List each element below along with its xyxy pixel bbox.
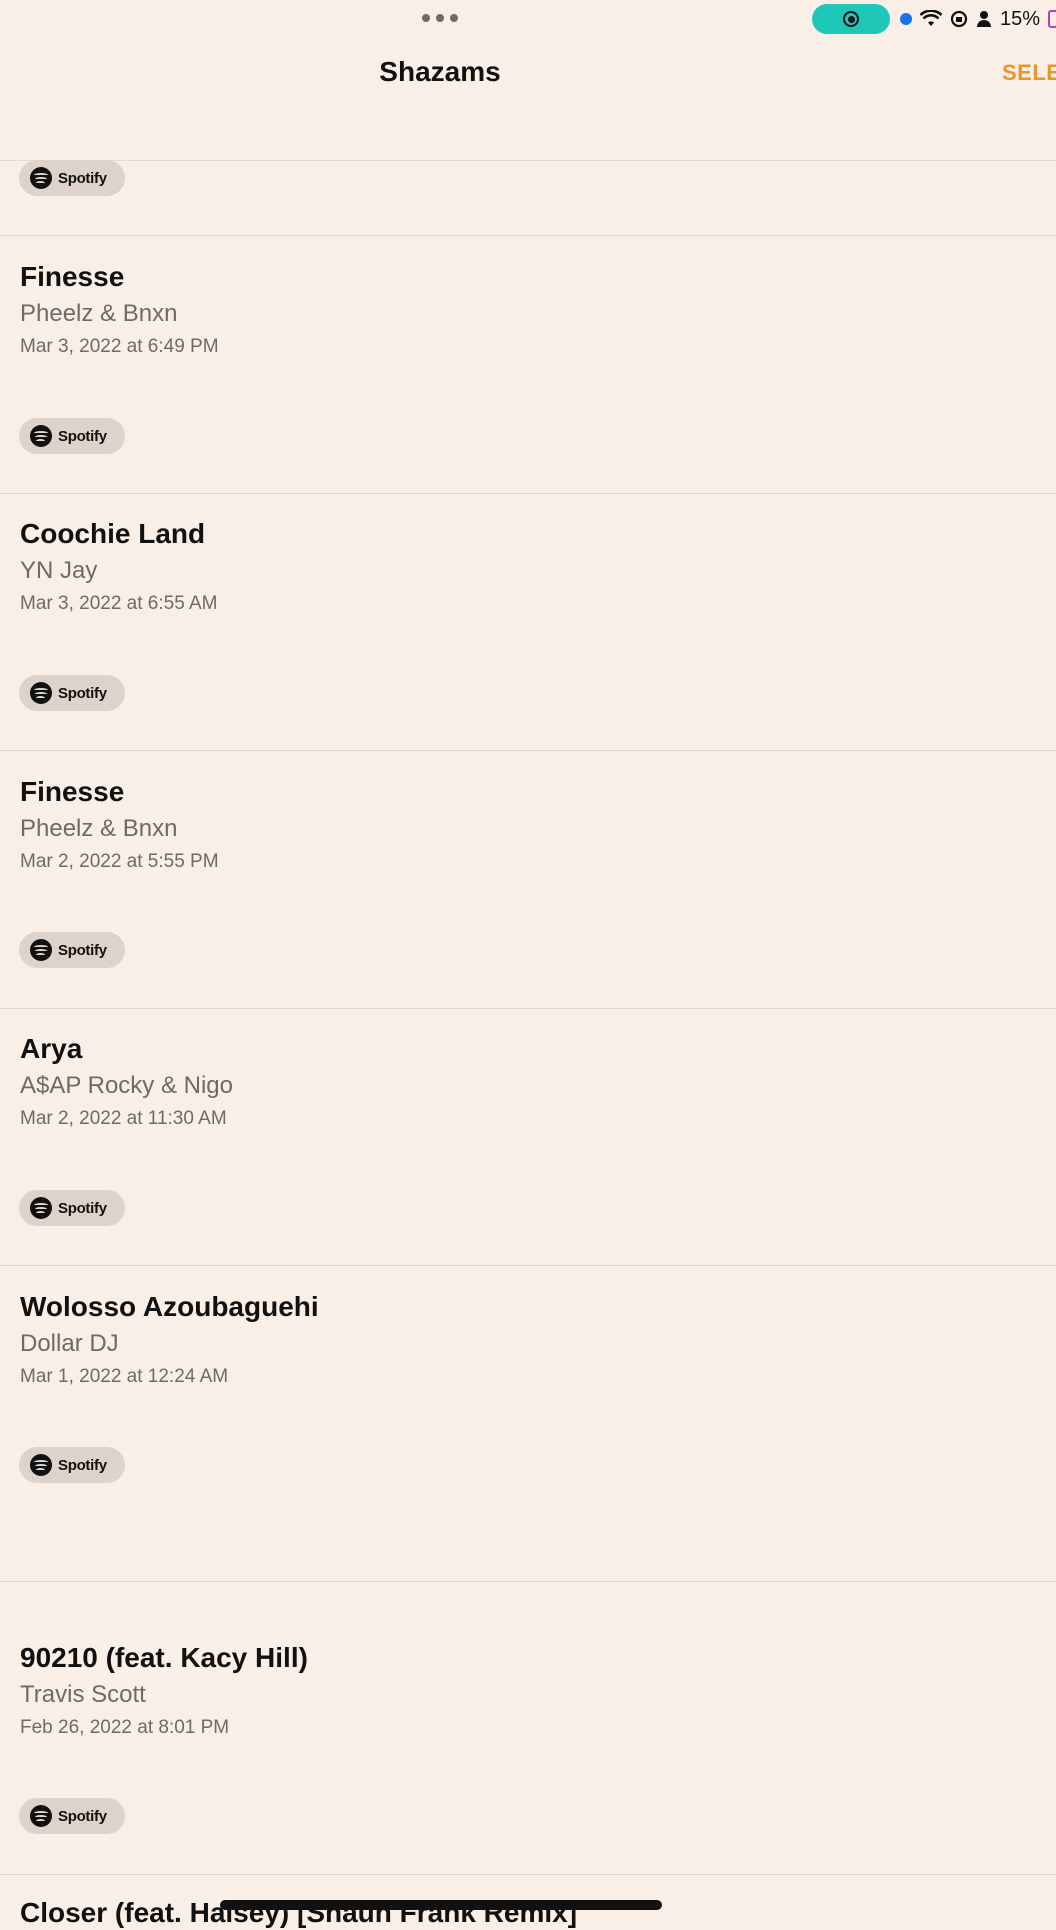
status-icons: 15% — [900, 6, 1056, 32]
spotify-button[interactable]: Spotify — [19, 1798, 125, 1834]
song-artist: YN Jay — [20, 557, 98, 584]
row-divider — [0, 1581, 1056, 1582]
spotify-label: Spotify — [58, 1456, 107, 1474]
page-title: Shazams — [379, 56, 501, 87]
screen-record-icon[interactable] — [812, 4, 890, 34]
spotify-label: Spotify — [58, 684, 107, 702]
song-title: Finesse — [20, 776, 125, 807]
song-artist: Pheelz & Bnxn — [20, 815, 178, 842]
spotify-icon — [30, 939, 52, 961]
spotify-button[interactable]: Spotify — [19, 160, 125, 196]
spotify-icon — [30, 1197, 52, 1219]
spotify-button[interactable]: Spotify — [19, 1190, 125, 1226]
spotify-icon — [30, 167, 52, 189]
shazam-date: Mar 2, 2022 at 5:55 PM — [20, 851, 219, 872]
list-item[interactable]: Coochie Land YN Jay Mar 3, 2022 at 6:55 … — [20, 517, 1020, 616]
spotify-button[interactable]: Spotify — [19, 675, 125, 711]
song-title: Arya — [20, 1033, 83, 1064]
spotify-label: Spotify — [58, 1807, 107, 1825]
location-dot-icon — [900, 13, 912, 25]
spotify-icon — [30, 682, 52, 704]
spotify-button[interactable]: Spotify — [19, 418, 125, 454]
row-divider — [0, 750, 1056, 751]
song-title: 90210 (feat. Kacy Hill) — [20, 1642, 308, 1673]
battery-icon — [1048, 10, 1056, 28]
song-title: Coochie Land — [20, 518, 206, 549]
nav-divider — [0, 160, 1056, 161]
spotify-label: Spotify — [58, 427, 107, 445]
spotify-label: Spotify — [58, 941, 107, 959]
spotify-icon — [30, 1805, 52, 1827]
more-dots-icon[interactable] — [422, 12, 462, 24]
select-button[interactable]: SELE — [1002, 60, 1056, 86]
row-divider — [0, 235, 1056, 236]
song-artist: Pheelz & Bnxn — [20, 300, 178, 327]
spotify-button[interactable]: Spotify — [19, 1447, 125, 1483]
row-divider — [0, 1874, 1056, 1875]
list-item[interactable]: Arya A$AP Rocky & Nigo Mar 2, 2022 at 11… — [20, 1032, 1020, 1131]
list-item[interactable]: Finesse Pheelz & Bnxn Mar 2, 2022 at 5:5… — [20, 775, 1020, 874]
song-artist: A$AP Rocky & Nigo — [20, 1072, 233, 1099]
spotify-label: Spotify — [58, 169, 107, 187]
shazam-date: Mar 1, 2022 at 12:24 AM — [20, 1366, 229, 1387]
spotify-label: Spotify — [58, 1199, 107, 1217]
row-divider — [0, 1265, 1056, 1266]
shazam-date: Mar 3, 2022 at 6:55 AM — [20, 593, 218, 614]
list-item[interactable]: Wolosso Azoubaguehi Dollar DJ Mar 1, 202… — [20, 1290, 1020, 1389]
orientation-lock-icon — [950, 10, 968, 28]
list-item[interactable]: 90210 (feat. Kacy Hill) Travis Scott Feb… — [20, 1641, 1020, 1740]
song-artist: Travis Scott — [20, 1681, 146, 1708]
row-divider — [0, 493, 1056, 494]
list-item[interactable]: Finesse Pheelz & Bnxn Mar 3, 2022 at 6:4… — [20, 260, 1020, 359]
home-indicator[interactable] — [220, 1900, 662, 1910]
wifi-icon — [920, 10, 942, 26]
shazam-date: Mar 2, 2022 at 11:30 AM — [20, 1108, 227, 1129]
spotify-icon — [30, 1454, 52, 1476]
row-divider — [0, 1008, 1056, 1009]
spotify-button[interactable]: Spotify — [19, 932, 125, 968]
shazam-date: Feb 26, 2022 at 8:01 PM — [20, 1717, 230, 1738]
person-icon — [977, 11, 991, 27]
song-artist: Dollar DJ — [20, 1330, 119, 1357]
song-title: Wolosso Azoubaguehi — [20, 1291, 319, 1322]
song-title: Finesse — [20, 261, 125, 292]
shazam-date: Mar 3, 2022 at 6:49 PM — [20, 336, 219, 357]
battery-percent: 15% — [1000, 7, 1041, 30]
spotify-icon — [30, 425, 52, 447]
